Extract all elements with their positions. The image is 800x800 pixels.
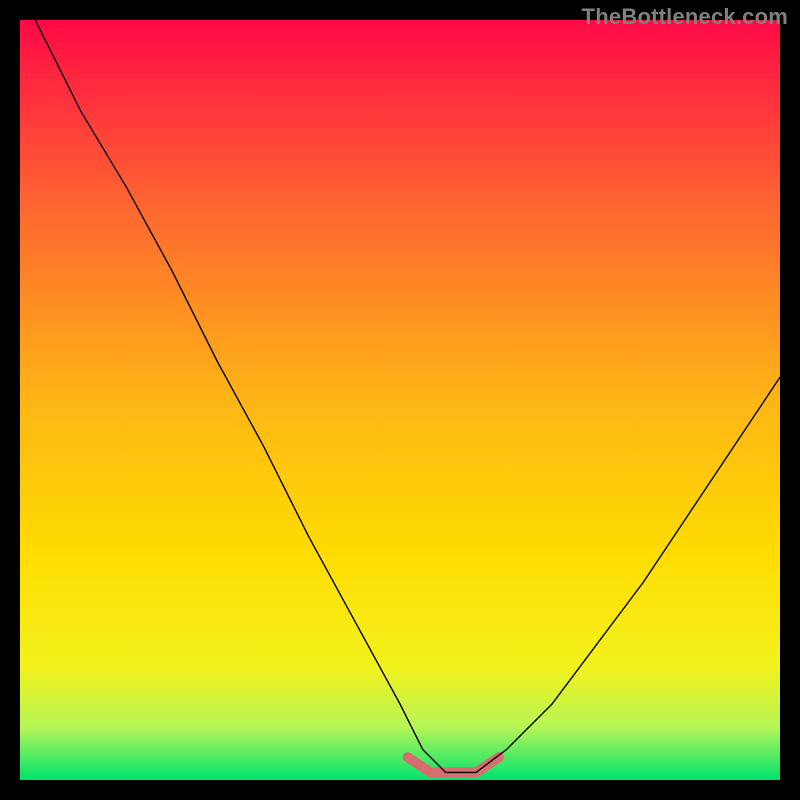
watermark-text: TheBottleneck.com (582, 4, 788, 30)
chart-frame: TheBottleneck.com (0, 0, 800, 800)
gradient-background (20, 20, 780, 780)
chart-svg (20, 20, 780, 780)
